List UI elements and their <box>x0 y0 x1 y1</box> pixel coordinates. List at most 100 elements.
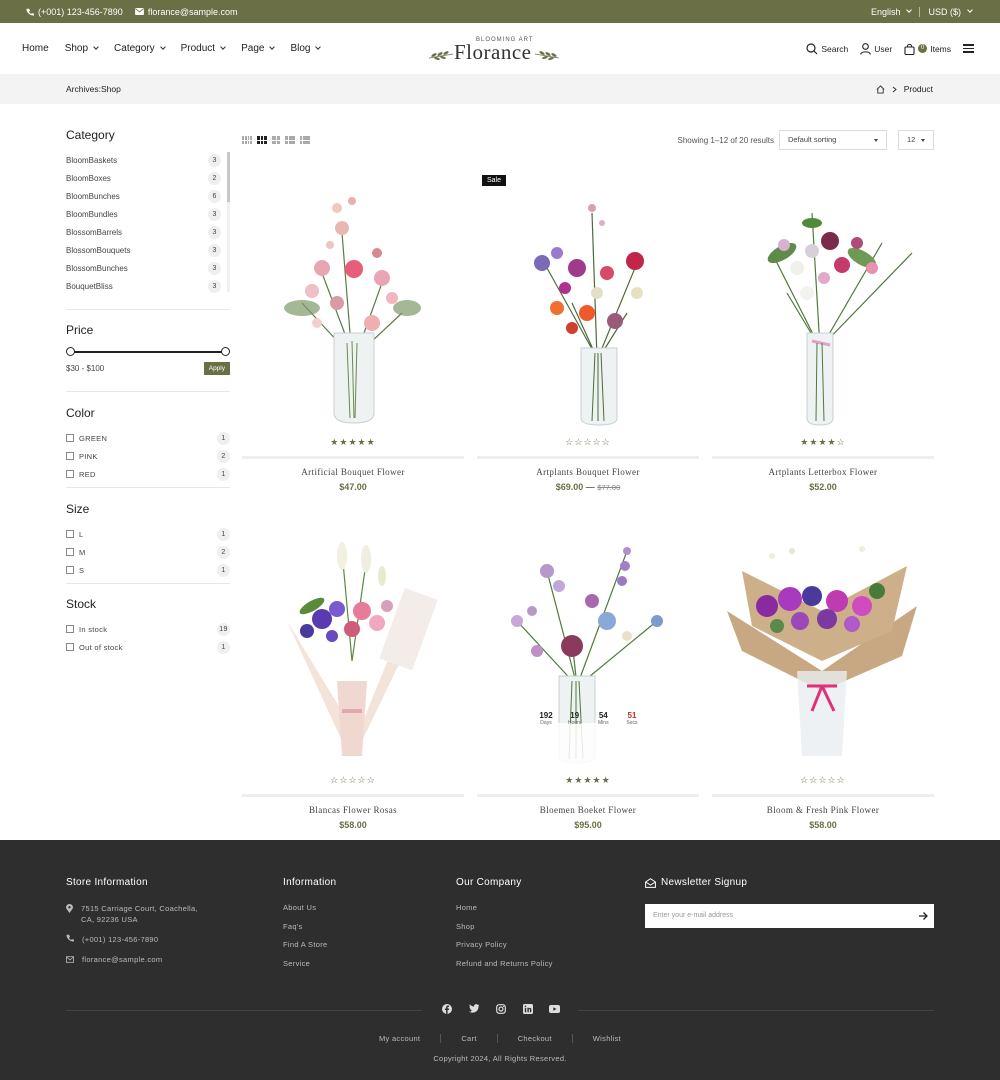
stock-filter-item[interactable]: In stock 19 <box>66 620 230 638</box>
product-card[interactable]: ★★★★☆ Artplants Letterbox Flower $52.00 <box>712 173 934 493</box>
slider-max-handle[interactable] <box>221 347 230 356</box>
color-filter-item[interactable]: PINK 2 <box>66 447 230 465</box>
star-empty-icon: ☆ <box>583 437 593 447</box>
sort-select[interactable]: Default sorting <box>779 130 887 150</box>
category-item[interactable]: BloomBaskets 3 <box>66 151 230 169</box>
cart-count-badge: 0 <box>918 44 928 53</box>
footer-link-refund[interactable]: Refund and Returns Policy <box>456 959 553 978</box>
newsletter-email-input[interactable]: Enter your e-mail address <box>645 904 934 928</box>
grid-3-view-icon[interactable] <box>257 136 267 144</box>
size-filter-item[interactable]: L1 <box>66 525 230 543</box>
home-icon[interactable] <box>876 84 885 94</box>
category-item[interactable]: BloomBunches 6 <box>66 187 230 205</box>
nav-product[interactable]: Product <box>181 43 226 54</box>
youtube-icon[interactable] <box>549 1003 560 1014</box>
category-item[interactable]: BlossomBunches 3 <box>66 259 230 277</box>
copyright: Copyright 2024, All Rights Reserved. <box>433 1054 567 1063</box>
arrow-right-icon[interactable] <box>918 911 928 921</box>
checkbox[interactable] <box>66 643 74 651</box>
hamburger-menu-icon[interactable] <box>963 42 974 55</box>
color-filter-item[interactable]: RED 1 <box>66 465 230 483</box>
category-item[interactable]: BloomBundles 3 <box>66 205 230 223</box>
stock-count: 19 <box>217 622 230 636</box>
footer-link-cart[interactable]: Cart <box>461 1034 476 1043</box>
footer-link-faqs[interactable]: Faq's <box>283 922 336 941</box>
category-item[interactable]: BloomBoxes 2 <box>66 169 230 187</box>
slider-min-handle[interactable] <box>66 347 75 356</box>
instagram-icon[interactable] <box>495 1003 506 1014</box>
product-image[interactable] <box>712 173 934 435</box>
nav-home[interactable]: Home <box>22 43 49 54</box>
category-item[interactable]: BouquetBliss 3 <box>66 277 230 295</box>
facebook-icon[interactable] <box>441 1003 452 1014</box>
footer-link-my-account[interactable]: My account <box>379 1034 420 1043</box>
topbar-phone[interactable]: (+001) 123-456-7890 <box>26 7 123 17</box>
nav-blog[interactable]: Blog <box>290 43 322 54</box>
chevron-down-icon <box>269 44 276 50</box>
footer-link-wishlist[interactable]: Wishlist <box>593 1034 621 1043</box>
cart-button[interactable]: 0 Items <box>904 43 951 55</box>
language-select[interactable]: English <box>871 7 913 17</box>
color-filter-item[interactable]: GREEN 1 <box>66 429 230 447</box>
category-count: 3 <box>208 225 221 239</box>
apply-price-button[interactable]: Apply <box>203 362 230 375</box>
site-logo[interactable]: BLOOMING ART Florance <box>428 35 562 64</box>
footer-link-checkout[interactable]: Checkout <box>518 1034 552 1043</box>
footer-link-service[interactable]: Service <box>283 959 336 978</box>
list-view-icon[interactable] <box>285 136 295 144</box>
store-phone[interactable]: (+001) 123-456-7890 <box>66 934 246 945</box>
product-card[interactable]: ★★★★★ Artificial Bouquet Flower $47.00 <box>242 173 464 493</box>
size-filter-item[interactable]: S1 <box>66 561 230 579</box>
product-name[interactable]: Artplants Letterbox Flower <box>712 467 934 477</box>
product-name[interactable]: Artificial Bouquet Flower <box>242 467 464 477</box>
product-image[interactable] <box>477 173 699 435</box>
product-name[interactable]: Bloemen Boeket Flower <box>477 805 699 815</box>
product-rating: ★★★★★ <box>242 437 464 448</box>
product-card[interactable]: Sale ☆☆☆☆☆ Artplants Bouquet Flower $69.… <box>477 173 699 493</box>
product-image[interactable] <box>712 511 934 773</box>
footer-link-privacy[interactable]: Privacy Policy <box>456 940 553 959</box>
list-detail-view-icon[interactable] <box>300 136 310 144</box>
size-filter-item[interactable]: M2 <box>66 543 230 561</box>
product-name[interactable]: Bloom & Fresh Pink Flower <box>712 805 934 815</box>
footer-link-about[interactable]: About Us <box>283 903 336 922</box>
checkbox[interactable] <box>66 470 74 478</box>
color-name: RED <box>79 469 96 479</box>
checkbox[interactable] <box>66 548 74 556</box>
product-image[interactable] <box>242 511 464 773</box>
stock-filter-item[interactable]: Out of stock 1 <box>66 638 230 656</box>
product-card[interactable]: ☆☆☆☆☆ Bloom & Fresh Pink Flower $58.00 <box>712 511 934 831</box>
currency-select[interactable]: USD ($) <box>928 7 973 17</box>
linkedin-icon[interactable] <box>522 1003 533 1014</box>
product-card[interactable]: ☆☆☆☆☆ Blancas Flower Rosas $58.00 <box>242 511 464 831</box>
nav-page[interactable]: Page <box>241 43 276 54</box>
search-button[interactable]: Search <box>806 42 848 55</box>
checkbox[interactable] <box>66 566 74 574</box>
product-name[interactable]: Artplants Bouquet Flower <box>477 467 699 477</box>
checkbox[interactable] <box>66 530 74 538</box>
grid-2-view-icon[interactable] <box>272 136 280 144</box>
product-card[interactable]: 192 Days 19 Hours 54 Mins 51 Secs ★★★★★ Bloe… <box>477 511 699 831</box>
nav-shop[interactable]: Shop <box>65 43 99 54</box>
grid-4-view-icon[interactable] <box>242 136 252 144</box>
footer-link-find-store[interactable]: Find A Store <box>283 940 336 959</box>
nav-category[interactable]: Category <box>114 43 166 54</box>
product-name[interactable]: Blancas Flower Rosas <box>242 805 464 815</box>
topbar-email[interactable]: florance@sample.com <box>134 7 238 17</box>
category-count: 3 <box>208 153 221 167</box>
footer-link-home[interactable]: Home <box>456 903 553 922</box>
category-item[interactable]: BlossomBarrels 3 <box>66 223 230 241</box>
category-item[interactable]: BlossomBouquets 3 <box>66 241 230 259</box>
footer-link-shop[interactable]: Shop <box>456 922 553 941</box>
store-email[interactable]: florance@sample.com <box>66 954 246 965</box>
price-slider[interactable] <box>66 346 230 358</box>
checkbox[interactable] <box>66 452 74 460</box>
checkbox[interactable] <box>66 625 74 633</box>
category-scroll-thumb[interactable] <box>227 152 230 202</box>
countdown-value: 192 <box>539 711 553 720</box>
twitter-icon[interactable] <box>468 1003 479 1014</box>
per-page-select[interactable]: 12 <box>898 130 934 150</box>
user-button[interactable]: User <box>860 42 892 55</box>
product-image[interactable] <box>242 173 464 435</box>
checkbox[interactable] <box>66 434 74 442</box>
